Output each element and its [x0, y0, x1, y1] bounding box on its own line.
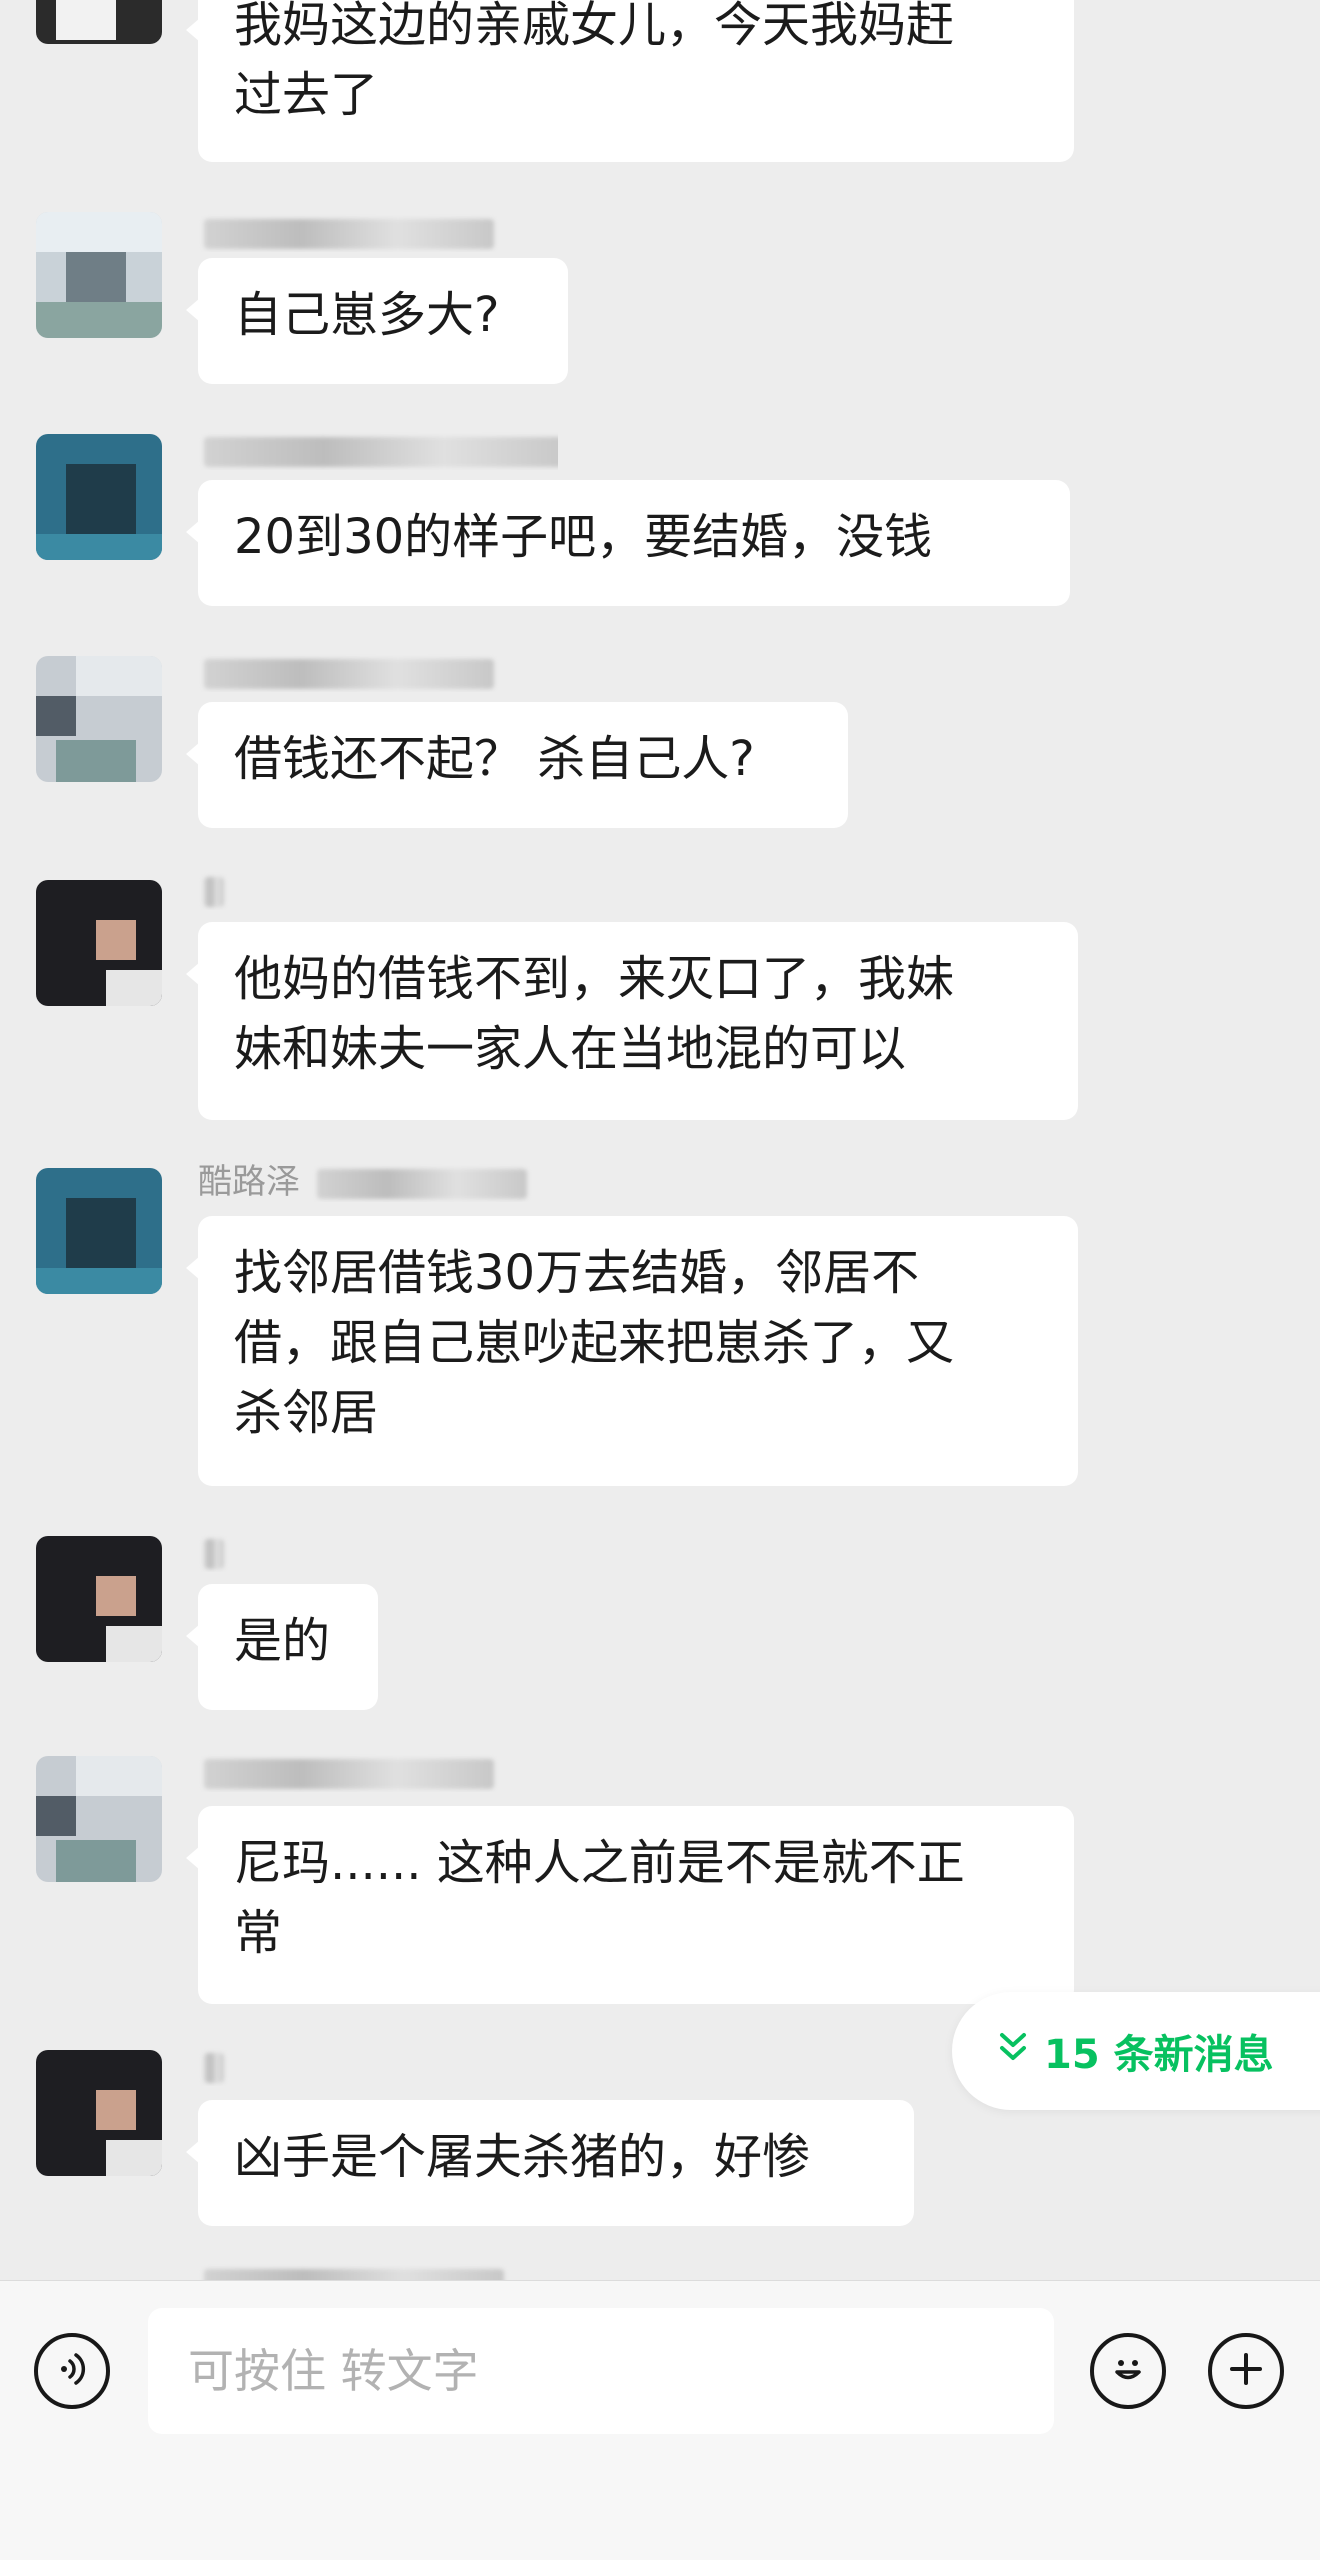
blurred-name	[204, 1538, 224, 1569]
sender-name-text: 酷路泽	[198, 1162, 300, 1202]
message-bubble[interactable]: 他妈的借钱不到，来灭口了，我妹 妹和妹夫一家人在当地混的可以	[186, 922, 1078, 1120]
sender-name	[198, 652, 558, 692]
sender-name	[198, 1532, 558, 1572]
message-line: 自己崽多大?	[234, 287, 500, 343]
message-bubble[interactable]: 凶手是个屠夫杀猪的，好惨	[186, 2100, 914, 2226]
message-line: 是的	[234, 1613, 331, 1669]
sender-name	[198, 1752, 558, 1792]
message-line: 妹和妹夫一家人在当地混的可以	[234, 1021, 907, 1077]
sender-name	[198, 870, 558, 910]
blurred-name	[204, 876, 224, 907]
message-line: 凶手是个屠夫杀猪的，好惨	[234, 2129, 811, 2185]
double-chevron-down-icon	[996, 2028, 1044, 2074]
message-bubble[interactable]: 我妈这边的亲戚女儿，今天我妈赶 过去了	[186, 0, 1074, 162]
avatar[interactable]	[36, 1168, 162, 1294]
message-bubble[interactable]: 找邻居借钱30万去结婚，邻居不 借，跟自己崽吵起来把崽杀了，又 杀邻居	[186, 1216, 1078, 1486]
chat-history[interactable]: 我妈这边的亲戚女儿，今天我妈赶 过去了 自己崽多大? 20到30的样子吧，要结婚…	[0, 0, 1320, 2280]
avatar[interactable]	[36, 0, 162, 44]
message-input[interactable]: 可按住 转文字	[148, 2308, 1054, 2434]
avatar[interactable]	[36, 880, 162, 1006]
message-line: 借，跟自己崽吵起来把崽杀了，又	[234, 1315, 955, 1371]
partial-sender-name	[198, 2262, 558, 2280]
avatar[interactable]	[36, 1536, 162, 1662]
blurred-name	[316, 1168, 527, 1199]
sender-name: 酷路泽	[198, 1162, 558, 1202]
blurred-name	[204, 436, 558, 467]
avatar[interactable]	[36, 656, 162, 782]
blurred-name	[204, 2268, 504, 2280]
blurred-name	[204, 218, 494, 249]
input-placeholder: 可按住 转文字	[188, 2344, 479, 2398]
message-line: 尼玛...... 这种人之前是不是就不正	[234, 1835, 965, 1891]
new-messages-button[interactable]: 15 条新消息	[952, 1992, 1320, 2110]
avatar[interactable]	[36, 212, 162, 338]
new-messages-label: 15 条新消息	[1044, 2032, 1274, 2078]
message-bubble[interactable]: 20到30的样子吧，要结婚，没钱	[186, 480, 1070, 606]
emoji-icon	[1106, 2347, 1150, 2395]
avatar[interactable]	[36, 1756, 162, 1882]
blurred-name	[204, 658, 494, 689]
avatar[interactable]	[36, 2050, 162, 2176]
input-bar: 可按住 转文字	[0, 2280, 1320, 2560]
message-line: 常	[234, 1905, 283, 1961]
sender-name	[198, 2046, 558, 2086]
message-line: 杀邻居	[234, 1385, 379, 1441]
message-bubble[interactable]: 是的	[186, 1584, 378, 1710]
blurred-name	[204, 2052, 224, 2083]
message-line: 20到30的样子吧，要结婚，没钱	[234, 509, 933, 565]
plus-icon	[1226, 2349, 1266, 2393]
emoji-button[interactable]	[1090, 2333, 1166, 2409]
message-bubble[interactable]: 借钱还不起？ 杀自己人?	[186, 702, 848, 828]
message-bubble[interactable]: 尼玛...... 这种人之前是不是就不正 常	[186, 1806, 1074, 2004]
message-line: 他妈的借钱不到，来灭口了，我妹	[234, 951, 955, 1007]
voice-button[interactable]	[34, 2333, 110, 2409]
voice-icon	[52, 2349, 92, 2393]
message-line: 过去了	[234, 67, 379, 123]
message-line: 我妈这边的亲戚女儿，今天我妈赶	[234, 0, 955, 53]
message-bubble[interactable]: 自己崽多大?	[186, 258, 568, 384]
sender-name	[198, 430, 558, 470]
avatar[interactable]	[36, 434, 162, 560]
message-line: 借钱还不起？ 杀自己人?	[234, 731, 755, 787]
add-button[interactable]	[1208, 2333, 1284, 2409]
message-line: 找邻居借钱30万去结婚，邻居不	[234, 1245, 920, 1301]
sender-name	[198, 212, 558, 252]
blurred-name	[204, 1758, 494, 1789]
